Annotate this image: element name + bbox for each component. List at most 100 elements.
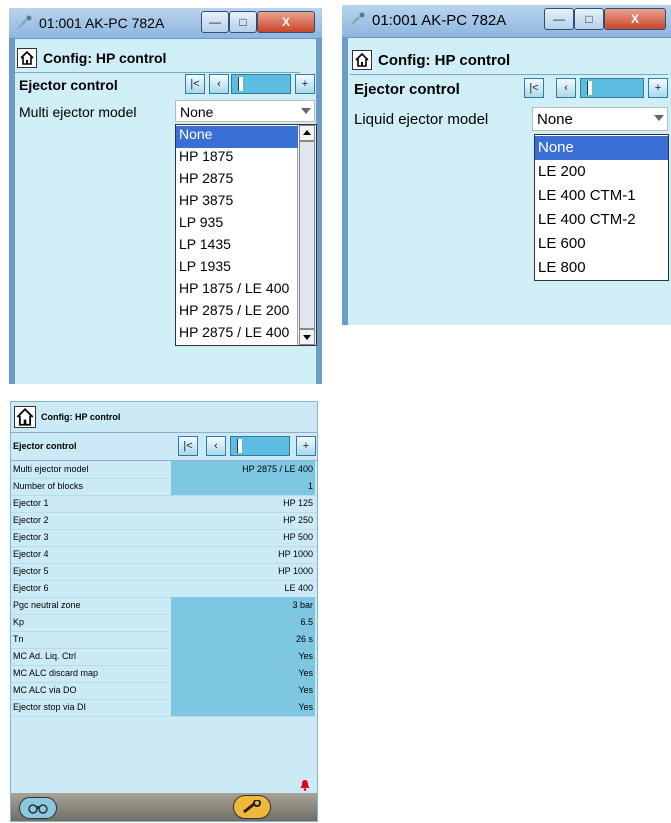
dropdown-option[interactable]: LE 400 CTM-2 (535, 208, 668, 232)
liquid-ejector-select[interactable]: None (532, 107, 668, 131)
value-field-bg[interactable] (171, 682, 315, 699)
parameter-label: Ejector 2 (13, 515, 49, 525)
parameter-row[interactable]: Ejector stop via DI Yes (11, 699, 317, 717)
parameter-label: MC ALC discard map (13, 668, 99, 678)
parameter-row: Ejector 1 HP 125 (11, 495, 317, 513)
multi-ejector-value: None (180, 104, 214, 120)
parameter-row[interactable]: Kp 6.5 (11, 614, 317, 632)
window-title: 01:001 AK-PC 782A (372, 12, 507, 29)
prev-page-button[interactable]: ‹ (556, 78, 576, 98)
first-page-button[interactable]: |< (185, 74, 205, 94)
home-icon (16, 408, 34, 426)
next-page-button[interactable]: + (296, 436, 316, 456)
next-page-button[interactable]: + (295, 74, 315, 94)
page-nav: |< ‹ + (178, 436, 316, 458)
config-panel: Config: HP control Ejector control |< ‹ … (10, 401, 318, 822)
maximize-button[interactable]: □ (229, 11, 257, 33)
config-title: Config: HP control (41, 412, 121, 422)
window-1-titlebar[interactable]: 01:001 AK-PC 782A — □ X (9, 8, 322, 39)
parameter-value[interactable]: Yes (298, 702, 313, 712)
dropdown-option[interactable]: HP 3875 (176, 192, 298, 214)
parameter-value: HP 1000 (278, 549, 313, 559)
position-bar (231, 74, 291, 94)
first-page-button[interactable]: |< (524, 78, 544, 98)
parameter-label: MC ALC via DO (13, 685, 77, 695)
parameter-row[interactable]: MC Ad. Liq. Ctrl Yes (11, 648, 317, 666)
scroll-down-button[interactable] (299, 329, 315, 345)
multi-ejector-label: Multi ejector model (19, 104, 137, 120)
parameter-label: Pgc neutral zone (13, 600, 81, 610)
dropdown-option[interactable]: LE 200 (535, 160, 668, 184)
window-2-titlebar[interactable]: 01:001 AK-PC 782A — □ X (342, 5, 671, 38)
window-title: 01:001 AK-PC 782A (39, 15, 165, 31)
parameter-value[interactable]: Yes (298, 651, 313, 661)
parameter-label: Ejector 6 (13, 583, 49, 593)
value-field-bg[interactable] (171, 648, 315, 665)
value-field-bg[interactable] (171, 478, 315, 495)
parameter-label: Ejector 4 (13, 549, 49, 559)
parameter-label: Ejector 5 (13, 566, 49, 576)
parameter-value: HP 250 (283, 515, 313, 525)
settings-button[interactable] (233, 795, 271, 819)
alarm-bell-icon[interactable] (299, 779, 311, 791)
parameter-value[interactable]: 6.5 (300, 617, 313, 627)
dropdown-option[interactable]: None (535, 136, 668, 160)
dropdown-scrollbar[interactable] (297, 125, 316, 345)
home-button[interactable] (14, 406, 36, 428)
multi-ejector-select[interactable]: None (175, 100, 315, 122)
parameter-value[interactable]: 3 bar (292, 600, 313, 610)
parameter-row[interactable]: Pgc neutral zone 3 bar (11, 597, 317, 615)
dropdown-option[interactable]: LP 1935 (176, 258, 298, 280)
parameter-value[interactable]: HP 2875 / LE 400 (242, 464, 313, 474)
ejector-control-label: Ejector control (354, 81, 460, 98)
value-field-bg[interactable] (171, 699, 315, 716)
parameter-row[interactable]: Tn 26 s (11, 631, 317, 649)
value-field-bg[interactable] (171, 631, 315, 648)
app-icon (18, 15, 32, 28)
scroll-up-button[interactable] (299, 125, 315, 141)
parameter-value[interactable]: Yes (298, 668, 313, 678)
minimize-button[interactable]: — (544, 8, 574, 30)
wrench-icon (243, 800, 261, 814)
parameter-value[interactable]: 26 s (296, 634, 313, 644)
dropdown-option[interactable]: LE 800 (535, 256, 668, 280)
minimize-button[interactable]: — (201, 11, 229, 33)
scroll-thumb[interactable] (299, 141, 315, 329)
prev-page-button[interactable]: ‹ (209, 74, 229, 94)
dropdown-option[interactable]: HP 1875 / LE 400 (176, 280, 298, 302)
dropdown-option[interactable]: LP 935 (176, 214, 298, 236)
home-icon (20, 51, 34, 65)
parameter-row[interactable]: Multi ejector model HP 2875 / LE 400 (11, 461, 317, 479)
next-page-button[interactable]: + (648, 78, 668, 98)
parameter-value[interactable]: 1 (308, 481, 313, 491)
dropdown-option[interactable]: LP 1435 (176, 236, 298, 258)
close-button[interactable]: X (257, 11, 315, 33)
parameter-value[interactable]: Yes (298, 685, 313, 695)
dropdown-option[interactable]: HP 2875 (176, 170, 298, 192)
prev-page-button[interactable]: ‹ (206, 436, 226, 456)
dropdown-option[interactable]: HP 2875 / LE 400 (176, 324, 298, 345)
value-field-bg[interactable] (171, 665, 315, 682)
dropdown-option[interactable]: LE 400 CTM-1 (535, 184, 668, 208)
maximize-button[interactable]: □ (574, 8, 604, 30)
parameter-row[interactable]: MC ALC discard map Yes (11, 665, 317, 683)
value-field-bg[interactable] (171, 614, 315, 631)
parameter-row[interactable]: MC ALC via DO Yes (11, 682, 317, 700)
dropdown-option[interactable]: HP 1875 (176, 148, 298, 170)
parameter-label: Multi ejector model (13, 464, 89, 474)
home-button[interactable] (17, 48, 37, 68)
dropdown-option[interactable]: HP 2875 / LE 200 (176, 302, 298, 324)
app-icon (351, 12, 365, 25)
dropdown-option[interactable]: None (176, 126, 298, 148)
ejector-control-row: Ejector control |< ‹ + (350, 78, 668, 102)
parameter-row: Ejector 4 HP 1000 (11, 546, 317, 564)
home-button[interactable] (352, 50, 372, 70)
position-bar (580, 78, 644, 98)
view-button[interactable] (19, 797, 57, 819)
parameter-row: Ejector 3 HP 500 (11, 529, 317, 547)
dropdown-option[interactable]: LE 600 (535, 232, 668, 256)
close-button[interactable]: X (604, 8, 666, 30)
parameter-row[interactable]: Number of blocks 1 (11, 478, 317, 496)
ejector-control-row: Ejector control |< ‹ + (11, 433, 317, 461)
first-page-button[interactable]: |< (178, 436, 198, 456)
